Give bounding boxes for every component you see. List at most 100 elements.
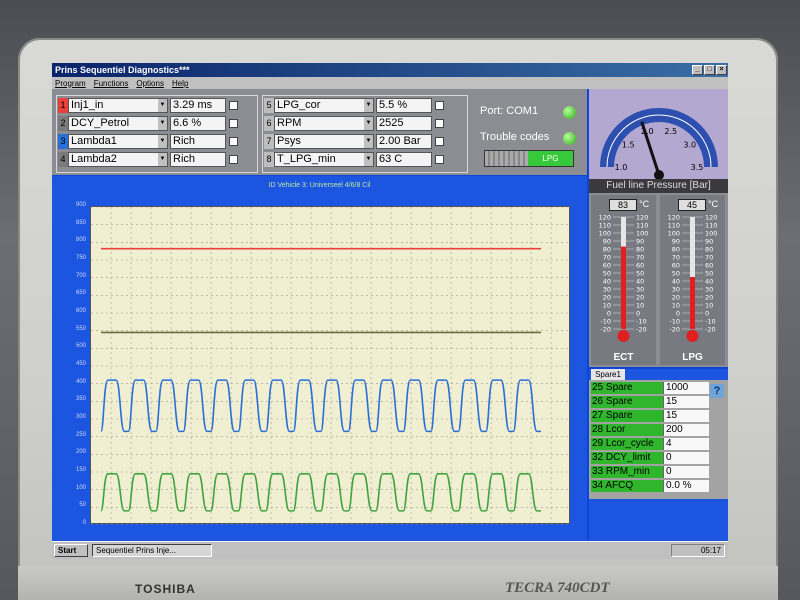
- param-checkbox[interactable]: [435, 154, 444, 164]
- param-checkbox[interactable]: [229, 136, 238, 146]
- dropdown-arrow-icon[interactable]: ▼: [364, 152, 373, 166]
- param-select[interactable]: Psys ▼: [274, 133, 374, 149]
- therm-tick-label: 40: [705, 278, 713, 286]
- y-tick-label: 850: [75, 219, 86, 226]
- close-button[interactable]: ×: [716, 65, 727, 75]
- spare-value[interactable]: 200: [663, 424, 709, 436]
- dropdown-arrow-icon[interactable]: ▼: [364, 98, 373, 112]
- spare-name: 29 Lcor_cycle: [591, 438, 663, 450]
- therm-readout: 83: [609, 199, 637, 211]
- dropdown-arrow-icon[interactable]: ▼: [158, 98, 167, 112]
- y-tick-label: 750: [75, 255, 86, 261]
- param-select[interactable]: Inj1_in ▼: [68, 97, 168, 113]
- therm-tick-label: 0: [676, 310, 680, 318]
- therm-tick-label: 70: [636, 254, 644, 262]
- param-select[interactable]: DCY_Petrol ▼: [68, 115, 168, 131]
- therm-tick-label: 40: [636, 278, 644, 286]
- dropdown-arrow-icon[interactable]: ▼: [364, 116, 373, 130]
- spare-value[interactable]: 0.0 %: [663, 480, 709, 492]
- menu-help[interactable]: Help: [172, 79, 188, 88]
- model-label: TECRA 740CDT: [505, 580, 610, 596]
- param-index: 1: [58, 97, 68, 113]
- param-checkbox[interactable]: [229, 118, 238, 128]
- therm-unit: °C: [639, 199, 650, 209]
- spare-value[interactable]: 0: [663, 452, 709, 464]
- param-index: 4: [58, 151, 68, 167]
- dropdown-arrow-icon[interactable]: ▼: [364, 134, 373, 148]
- spare-row[interactable]: 32 DCY_limit 0: [591, 452, 709, 464]
- thermometer-ect: 83 °C 120 120 110 110 100 100 90 90 80 80 70 70 60 60 50…: [591, 195, 656, 365]
- help-button[interactable]: ?: [710, 384, 724, 398]
- spare-row[interactable]: 25 Spare 1000: [591, 382, 709, 394]
- spare-row[interactable]: 29 Lcor_cycle 4: [591, 438, 709, 450]
- param-checkbox[interactable]: [435, 100, 444, 110]
- param-select[interactable]: LPG_cor ▼: [274, 97, 374, 113]
- spare-row[interactable]: 34 AFCQ 0.0 %: [591, 480, 709, 492]
- spare-row[interactable]: 28 Lcor 200: [591, 424, 709, 436]
- param-name: Lambda2: [71, 152, 117, 165]
- fuel-switch-slider[interactable]: [485, 151, 529, 166]
- spare-row[interactable]: 33 RPM_min 0: [591, 466, 709, 478]
- therm-scale-svg: 120 120110 110100 10090 9080 8070 7060 6050 5040…: [599, 214, 648, 342]
- param-row: 7 Psys ▼ 2.00 Bar: [264, 133, 444, 149]
- menu-program[interactable]: Program: [55, 79, 86, 88]
- taskbar-item[interactable]: Sequentiel Prins Inje...: [92, 544, 212, 557]
- maximize-button[interactable]: □: [704, 65, 715, 75]
- spare-name: 33 RPM_min: [591, 466, 663, 478]
- menu-options[interactable]: Options: [136, 79, 164, 88]
- param-select[interactable]: Lambda1 ▼: [68, 133, 168, 149]
- therm-tick-label: 120: [599, 214, 611, 222]
- gauge-tick-label: 3.0: [683, 141, 696, 150]
- dropdown-arrow-icon[interactable]: ▼: [158, 152, 167, 166]
- y-tick-label: 900: [75, 202, 86, 208]
- param-select[interactable]: RPM ▼: [274, 115, 374, 131]
- param-name: LPG_cor: [277, 98, 321, 111]
- therm-tick-label: 110: [636, 222, 648, 230]
- dropdown-arrow-icon[interactable]: ▼: [158, 116, 167, 130]
- series-line: [100, 379, 541, 433]
- therm-tick-label: 110: [668, 222, 680, 230]
- therm-tick-label: -20: [600, 326, 611, 334]
- param-select[interactable]: Lambda2 ▼: [68, 151, 168, 167]
- start-button[interactable]: Start: [54, 544, 88, 557]
- param-name: Psys: [277, 134, 301, 147]
- spare-table: 25 Spare 1000 26 Spare 15 27 Spare 15 28 Lcor 2…: [589, 380, 728, 499]
- therm-tick-label: 30: [603, 286, 611, 294]
- therm-tick-label: 10: [636, 302, 644, 310]
- therm-tick-label: 30: [672, 286, 680, 294]
- menu-functions[interactable]: Functions: [94, 79, 129, 88]
- therm-tick-label: 20: [672, 294, 680, 302]
- spare-value[interactable]: 1000: [663, 382, 709, 394]
- param-select[interactable]: T_LPG_min ▼: [274, 151, 374, 167]
- therm-tick-label: 10: [672, 302, 680, 310]
- minimize-button[interactable]: _: [692, 65, 703, 75]
- param-checkbox[interactable]: [229, 100, 238, 110]
- spare-value[interactable]: 0: [663, 466, 709, 478]
- y-tick-label: 600: [75, 308, 86, 314]
- param-index: 7: [264, 133, 274, 149]
- therm-tick-label: 60: [672, 262, 680, 270]
- dropdown-arrow-icon[interactable]: ▼: [158, 134, 167, 148]
- param-value: 5.5 %: [376, 97, 432, 113]
- param-checkbox[interactable]: [229, 154, 238, 164]
- therm-tick-label: 80: [636, 246, 644, 254]
- spare-value[interactable]: 15: [663, 396, 709, 408]
- spare-name: 28 Lcor: [591, 424, 663, 436]
- therm-fill: [690, 277, 695, 329]
- fuel-switch-toggle[interactable]: LPG: [484, 150, 574, 167]
- y-tick-label: 350: [75, 396, 86, 403]
- param-checkbox[interactable]: [435, 118, 444, 128]
- spare-value[interactable]: 15: [663, 410, 709, 422]
- indicators-panel: Port: COM1 Trouble codes LPG: [472, 89, 587, 175]
- spare-row[interactable]: 27 Spare 15: [591, 410, 709, 422]
- param-value: Rich: [170, 133, 226, 149]
- tab-spare1[interactable]: Spare1: [591, 369, 625, 380]
- therm-tick-label: 90: [603, 238, 611, 246]
- param-checkbox[interactable]: [435, 136, 444, 146]
- spare-value[interactable]: 4: [663, 438, 709, 450]
- therm-tick-label: -10: [669, 318, 680, 326]
- spare-row[interactable]: 26 Spare 15: [591, 396, 709, 408]
- trouble-codes-led[interactable]: [563, 132, 576, 145]
- spare-name: 34 AFCQ: [591, 480, 663, 492]
- thermometer-lpg: 45 °C 120 120 110 110 100 100 90 90 80 80 70 70 60 60 50…: [660, 195, 725, 365]
